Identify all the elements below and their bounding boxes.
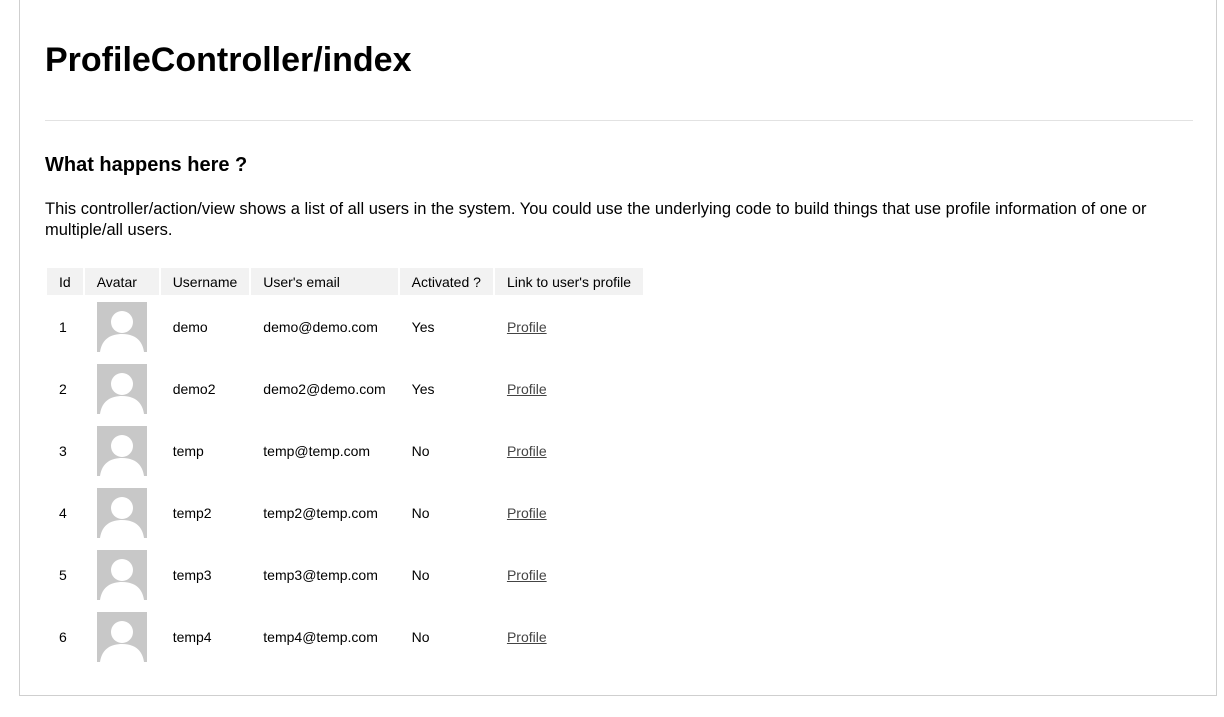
profile-link[interactable]: Profile	[507, 629, 547, 645]
cell-activated: No	[411, 629, 430, 645]
table-row: 6 temp4 temp4@temp.com No Profile	[47, 607, 643, 667]
cell-id: 4	[59, 505, 67, 521]
cell-activated: Yes	[411, 319, 435, 335]
cell-username: demo	[172, 319, 208, 335]
table-row: 3 temp temp@temp.com No Profile	[47, 421, 643, 481]
cell-id: 3	[59, 443, 67, 459]
cell-id: 5	[59, 567, 67, 583]
cell-avatar	[85, 297, 159, 357]
header-avatar: Avatar	[84, 268, 159, 295]
section-heading: What happens here ?	[45, 154, 248, 176]
table-row: 1 demo demo@demo.com Yes Profile	[47, 297, 643, 357]
header-id: Id	[47, 268, 83, 295]
cell-username: temp3	[172, 567, 212, 583]
table-row: 4 temp2 temp2@temp.com No Profile	[47, 483, 643, 543]
cell-username: temp4	[172, 629, 212, 645]
cell-id: 2	[59, 381, 67, 397]
cell-username: demo2	[172, 381, 216, 397]
header-activated: Activated ?	[399, 268, 493, 295]
default-avatar-icon	[96, 550, 147, 600]
cell-avatar	[85, 421, 159, 481]
cell-avatar	[85, 545, 159, 605]
default-avatar-icon	[96, 488, 147, 538]
cell-avatar	[85, 359, 159, 419]
profile-link[interactable]: Profile	[507, 443, 547, 459]
cell-email: demo@demo.com	[263, 319, 378, 335]
cell-profile-link: Profile	[495, 607, 643, 667]
profile-link[interactable]: Profile	[507, 505, 547, 521]
cell-profile-link: Profile	[495, 483, 643, 543]
table-header-row: Id Avatar Username User's email Activate…	[47, 268, 644, 295]
cell-email: demo2@demo.com	[263, 381, 386, 397]
table-row: 5 temp3 temp3@temp.com No Profile	[47, 545, 643, 605]
profile-link[interactable]: Profile	[507, 567, 547, 583]
cell-avatar	[85, 607, 159, 667]
cell-activated: Yes	[411, 381, 435, 397]
profile-link[interactable]: Profile	[507, 319, 547, 335]
cell-email: temp2@temp.com	[263, 505, 378, 521]
description-text: This controller/action/view shows a list…	[45, 200, 1147, 239]
default-avatar-icon	[96, 426, 147, 476]
cell-id: 6	[59, 629, 67, 645]
cell-profile-link: Profile	[495, 297, 643, 357]
cell-profile-link: Profile	[495, 421, 643, 481]
default-avatar-icon	[96, 612, 147, 662]
cell-email: temp@temp.com	[263, 443, 371, 459]
header-username: Username	[160, 268, 250, 295]
cell-avatar	[85, 483, 159, 543]
header-profile-link: Link to user's profile	[494, 268, 644, 295]
cell-email: temp3@temp.com	[263, 567, 378, 583]
cell-activated: No	[411, 567, 430, 583]
cell-id: 1	[59, 319, 67, 335]
table-row: 2 demo2 demo2@demo.com Yes Profile	[47, 359, 643, 419]
cell-username: temp	[172, 443, 204, 459]
cell-username: temp2	[172, 505, 212, 521]
default-avatar-icon	[96, 364, 147, 414]
profile-link[interactable]: Profile	[507, 381, 547, 397]
page-title: ProfileController/index	[45, 41, 412, 79]
cell-activated: No	[411, 505, 430, 521]
cell-profile-link: Profile	[495, 359, 643, 419]
users-table: Id Avatar Username User's email Activate…	[45, 266, 645, 669]
cell-activated: No	[411, 443, 430, 459]
cell-profile-link: Profile	[495, 545, 643, 605]
divider	[45, 120, 1193, 121]
header-email: User's email	[251, 268, 398, 295]
main-container: ProfileController/index What happens her…	[19, 0, 1217, 696]
default-avatar-icon	[96, 302, 147, 352]
cell-email: temp4@temp.com	[263, 629, 378, 645]
